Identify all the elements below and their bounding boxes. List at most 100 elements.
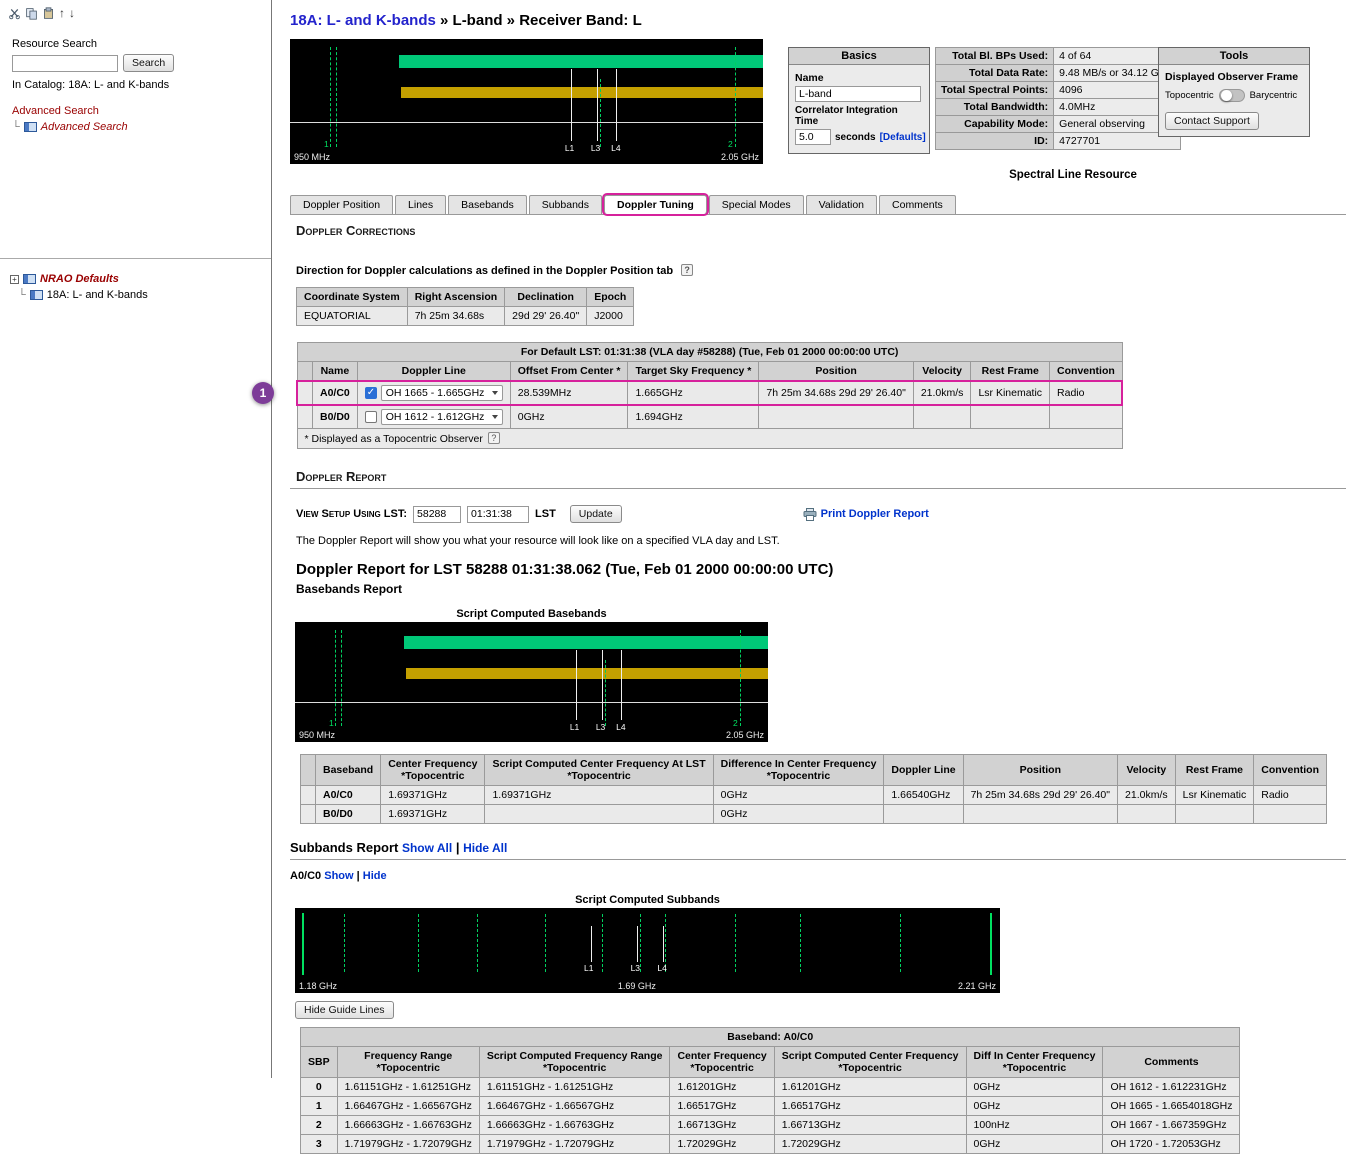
subbands-table: Baseband: A0/C0 SBP Frequency Range *Top…	[300, 1027, 1240, 1154]
stat-label: Total Spectral Points:	[936, 82, 1054, 99]
line-label-l3: L3	[591, 143, 600, 153]
breadcrumb-catalog-link[interactable]: 18A: L- and K-bands	[290, 12, 436, 29]
coordinate-table: Coordinate System Right Ascension Declin…	[296, 287, 634, 326]
doppler-report-heading: Doppler Report	[296, 469, 1357, 484]
observer-frame-toggle[interactable]	[1219, 89, 1245, 102]
baseband-a0c0-band	[399, 55, 763, 68]
sidebar: ↑ ↓ Resource Search Search In Catalog: 1…	[0, 0, 272, 1078]
diff-cell: 100nHz	[966, 1116, 1103, 1135]
rest-frame-cell: Lsr Kinematic	[971, 381, 1050, 405]
resource-search-input[interactable]	[12, 55, 118, 72]
tab-bar: Doppler Position Lines Basebands Subband…	[290, 195, 1346, 215]
declination-cell: 29d 29' 26.40"	[505, 307, 587, 326]
rest-frame-cell	[1175, 805, 1254, 824]
column-header: Doppler Line	[884, 755, 963, 786]
column-header: Name	[313, 362, 358, 382]
help-icon[interactable]: ?	[488, 432, 500, 444]
tab-lines[interactable]: Lines	[395, 195, 446, 214]
frequency-axis-line	[295, 702, 768, 703]
baseband-color-swatch	[297, 405, 313, 429]
tab-subbands[interactable]: Subbands	[529, 195, 602, 214]
topocentric-label: Topocentric	[1165, 90, 1214, 101]
tab-doppler-position[interactable]: Doppler Position	[290, 195, 393, 214]
diff-cell: 0GHz	[966, 1135, 1103, 1154]
line-label-l1: L1	[565, 143, 574, 153]
baseband-b0d0-band	[406, 668, 768, 679]
column-header: Velocity	[1118, 755, 1176, 786]
basebands-report-heading: Basebands Report	[296, 582, 1357, 596]
line-marker	[591, 926, 592, 962]
defaults-link[interactable]: [Defaults]	[880, 132, 926, 143]
hide-link[interactable]: Hide	[363, 870, 387, 882]
script-frequency-range-cell: 1.61151GHz - 1.61251GHz	[479, 1078, 670, 1097]
script-center-frequency-cell: 1.69371GHz	[485, 786, 713, 805]
comments-cell: OH 1667 - 1.667359GHz	[1103, 1116, 1240, 1135]
advanced-search-item[interactable]: Advanced Search	[41, 121, 128, 133]
guide-line	[900, 914, 901, 972]
axis-left-label: 1.18 GHz	[299, 981, 337, 991]
column-header: Target Sky Frequency *	[628, 362, 759, 382]
baseband-a0c0-band	[404, 636, 768, 649]
stat-label: Total Bandwidth:	[936, 99, 1054, 116]
hide-all-link[interactable]: Hide All	[463, 841, 507, 855]
column-header: Difference In Center Frequency *Topocent…	[713, 755, 884, 786]
tools-title: Tools	[1159, 48, 1309, 65]
doppler-line-select[interactable]: OH 1665 - 1.665GHz	[381, 385, 503, 401]
guide-line	[477, 914, 478, 972]
tree-item-18a-catalog[interactable]: └ 18A: L- and K-bands	[18, 289, 261, 301]
search-button[interactable]: Search	[123, 54, 174, 72]
column-header: Convention	[1050, 362, 1123, 382]
contact-support-button[interactable]: Contact Support	[1165, 112, 1259, 130]
line-label-l4: L4	[611, 143, 620, 153]
show-all-link[interactable]: Show All	[402, 841, 452, 855]
doppler-row-a0c0: 1 A0/C0 OH 1665 - 1.665GHz 28.539MHz 1.6…	[297, 381, 1122, 405]
table-title: For Default LST: 01:31:38 (VLA day #5828…	[297, 343, 1122, 362]
target-sky-frequency-cell: 1.694GHz	[628, 405, 759, 429]
copy-icon[interactable]	[25, 7, 38, 20]
guide-line	[735, 47, 736, 147]
lst-day-field[interactable]	[413, 506, 461, 523]
doppler-line-checkbox[interactable]	[365, 411, 377, 423]
guide-label: 2	[733, 718, 738, 728]
move-up-icon[interactable]: ↑	[59, 7, 65, 20]
paste-icon[interactable]	[42, 7, 55, 20]
doppler-corrections-heading: Doppler Corrections	[296, 223, 1357, 238]
axis-right-label: 2.05 GHz	[726, 730, 764, 740]
printer-icon	[803, 508, 817, 521]
hide-guide-lines-button[interactable]: Hide Guide Lines	[295, 1001, 394, 1019]
frequency-range-cell: 1.66467GHz - 1.66567GHz	[337, 1097, 479, 1116]
stat-label: Total Data Rate:	[936, 65, 1054, 82]
tab-comments[interactable]: Comments	[879, 195, 956, 214]
tab-validation[interactable]: Validation	[806, 195, 877, 214]
name-field[interactable]	[795, 86, 921, 102]
comments-cell: OH 1720 - 1.72053GHz	[1103, 1135, 1240, 1154]
tab-special-modes[interactable]: Special Modes	[709, 195, 804, 214]
tab-basebands[interactable]: Basebands	[448, 195, 527, 214]
lst-time-field[interactable]	[467, 506, 529, 523]
tab-doppler-tuning[interactable]: Doppler Tuning	[604, 195, 707, 214]
update-button[interactable]: Update	[570, 505, 622, 523]
expand-icon[interactable]: +	[10, 275, 19, 284]
print-doppler-report-link[interactable]: Print Doppler Report	[821, 508, 929, 520]
comments-cell: OH 1665 - 1.6654018GHz	[1103, 1097, 1240, 1116]
cut-icon[interactable]	[8, 7, 21, 20]
tree-connector: └	[12, 121, 20, 133]
integration-time-field[interactable]	[795, 129, 831, 145]
show-link[interactable]: Show	[324, 870, 353, 882]
doppler-row-b0d0: B0/D0 OH 1612 - 1.612GHz 0GHz 1.694GHz	[297, 405, 1122, 429]
guide-line	[602, 914, 603, 972]
script-frequency-range-cell: 1.71979GHz - 1.72079GHz	[479, 1135, 670, 1154]
move-down-icon[interactable]: ↓	[69, 7, 75, 20]
diff-cell: 0GHz	[966, 1097, 1103, 1116]
axis-right-label: 2.05 GHz	[721, 152, 759, 162]
help-icon[interactable]: ?	[681, 264, 693, 276]
advanced-search-link[interactable]: Advanced Search	[12, 105, 99, 117]
basics-title: Basics	[789, 48, 929, 65]
divider	[290, 488, 1346, 489]
axis-left-label: 950 MHz	[299, 730, 335, 740]
tree-item-nrao-defaults[interactable]: + NRAO Defaults	[10, 273, 261, 285]
doppler-line-checkbox[interactable]	[365, 387, 377, 399]
script-frequency-range-cell: 1.66663GHz - 1.66763GHz	[479, 1116, 670, 1135]
doppler-line-select[interactable]: OH 1612 - 1.612GHz	[381, 409, 503, 425]
script-center-frequency-cell: 1.72029GHz	[774, 1135, 966, 1154]
